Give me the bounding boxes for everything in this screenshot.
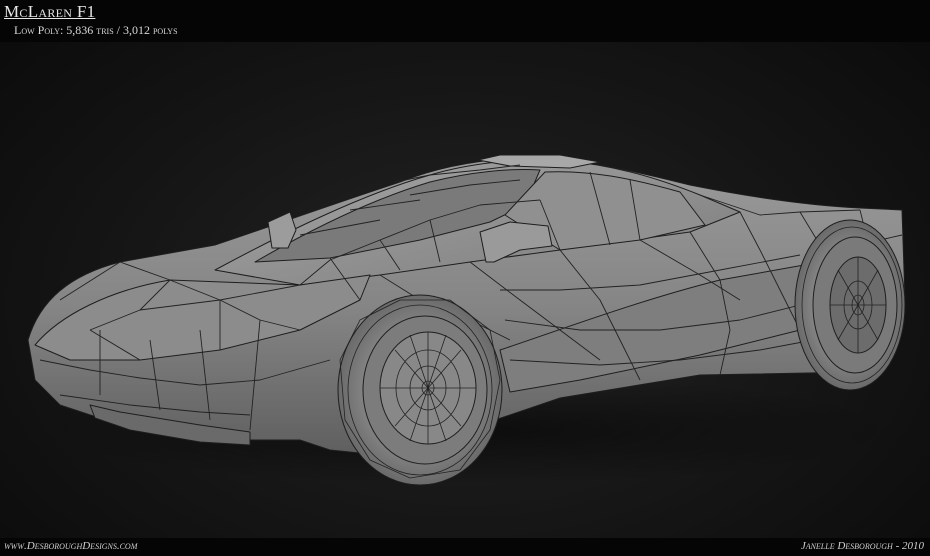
car-wireframe-render [27, 154, 906, 486]
author-credit: Janelle Desborough - 2010 [800, 540, 924, 552]
poly-count: Low Poly: 5,836 tris / 3,012 polys [14, 23, 178, 37]
footer-bar [0, 538, 930, 556]
front-wheel [337, 294, 503, 486]
website-link[interactable]: www.DesboroughDesigns.com [4, 540, 137, 552]
rear-wheel [794, 219, 906, 391]
model-title: McLaren F1 [4, 2, 96, 21]
